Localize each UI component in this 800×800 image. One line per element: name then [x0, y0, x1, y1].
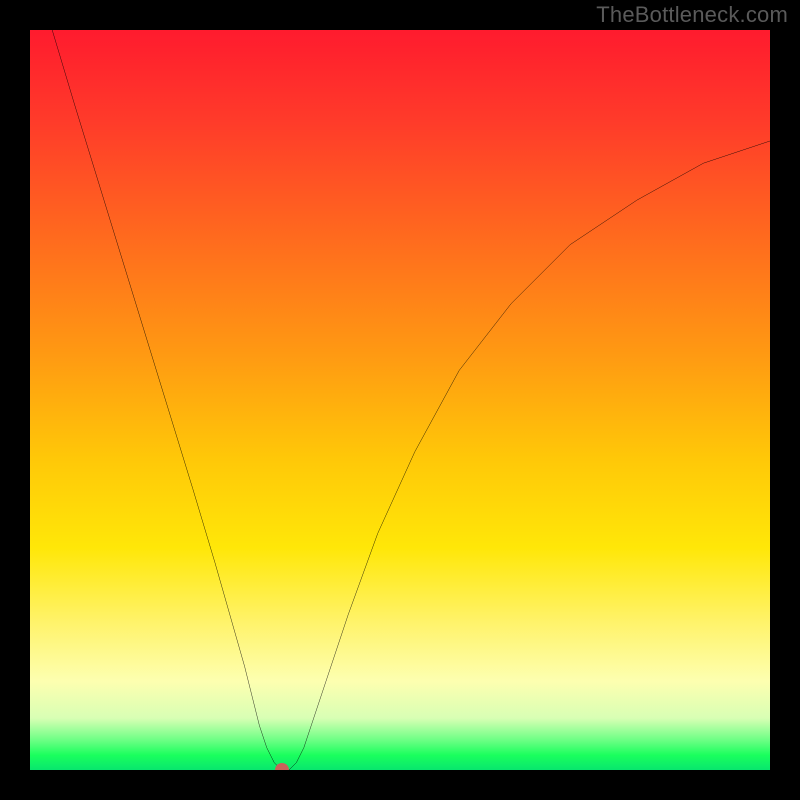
watermark-text: TheBottleneck.com — [596, 2, 788, 28]
bottleneck-curve — [52, 30, 770, 770]
minimum-marker-dot — [275, 763, 289, 770]
chart-frame: TheBottleneck.com — [0, 0, 800, 800]
plot-area — [30, 30, 770, 770]
curve-svg — [30, 30, 770, 770]
